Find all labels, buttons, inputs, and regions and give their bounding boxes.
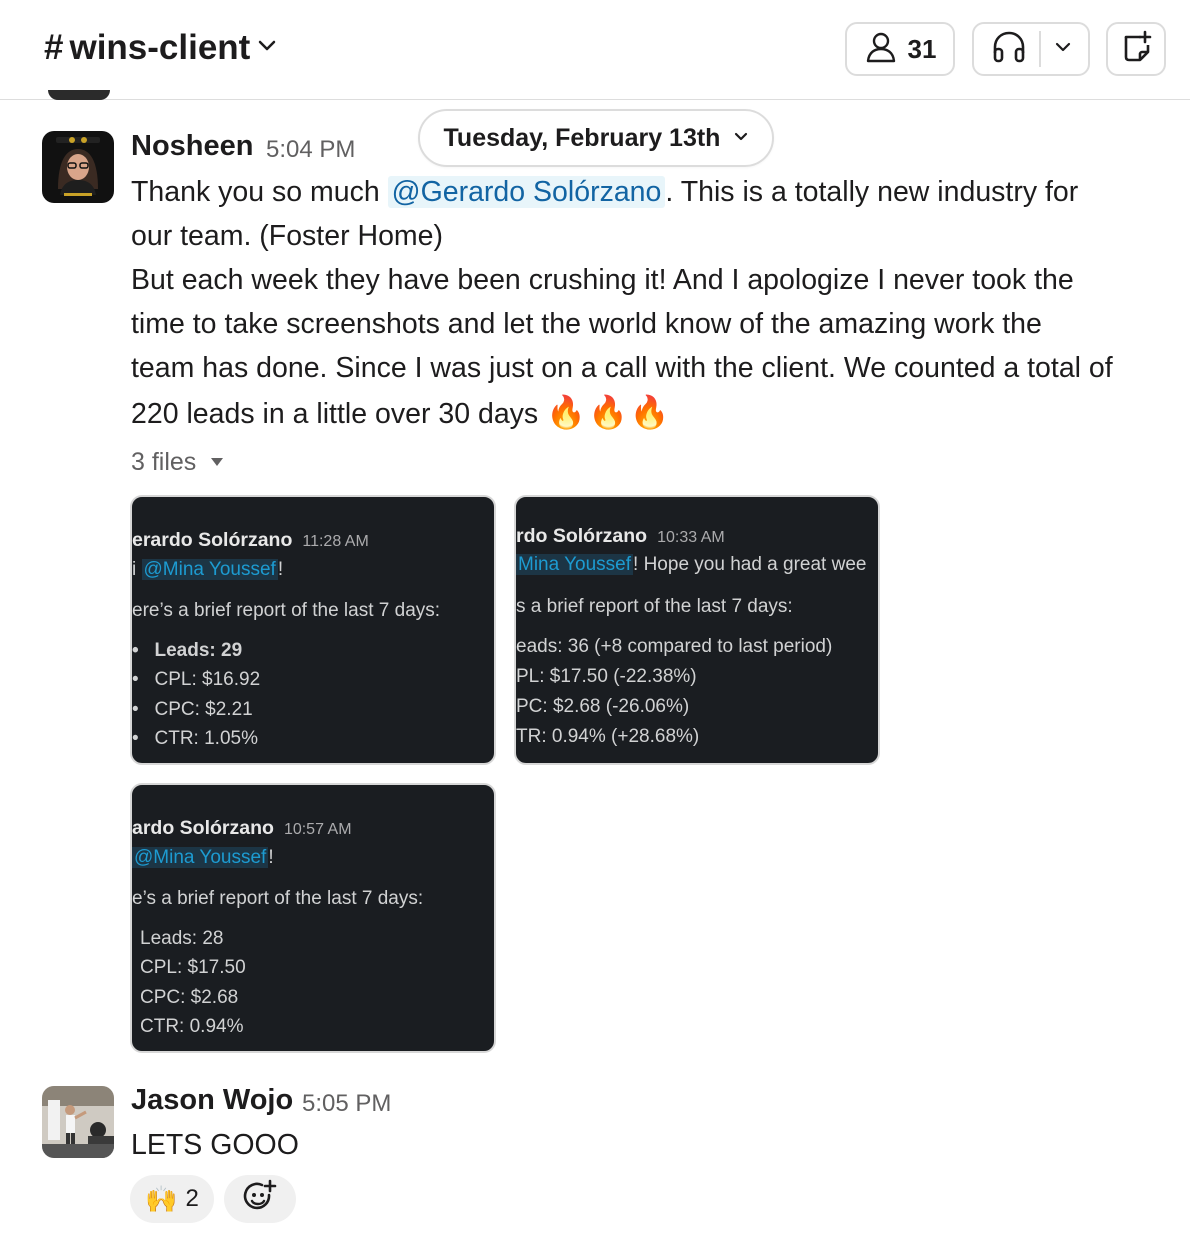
attachment-stat: CPC: $2.21 xyxy=(154,699,253,720)
member-count: 31 xyxy=(907,33,937,64)
add-reaction-icon xyxy=(242,1179,278,1220)
message-timestamp[interactable]: 5:05 PM xyxy=(302,1090,391,1118)
channel-name-button[interactable]: # wins-client xyxy=(44,28,276,68)
attachment-stat: CPL: $16.92 xyxy=(154,669,261,690)
files-toggle[interactable]: 3 files xyxy=(131,448,224,477)
chevron-down-icon xyxy=(734,129,748,147)
attachment-stat: PC: $2.68 (-26.06%) xyxy=(516,696,690,717)
user-mention[interactable]: @Gerardo Solórzano xyxy=(387,176,666,208)
image-attachment[interactable]: ardo Solórzano 10:57 AM @Mina Youssef! e’… xyxy=(130,783,496,1053)
chevron-down-icon[interactable] xyxy=(1055,40,1071,58)
attachment-author: ardo Solórzano xyxy=(132,817,274,839)
attachment-intro: ere’s a brief report of the last 7 days: xyxy=(132,600,441,621)
message-line: Thank you so much @Gerardo Solórzano. Th… xyxy=(131,176,1079,208)
channel-header: # wins-client 31 xyxy=(0,0,1190,100)
message-line: our team. (Foster Home) xyxy=(131,220,443,252)
attachment-stat: CPC: $2.68 xyxy=(140,987,239,1008)
message-text: Thank you so much @Gerardo Solórzano. Th… xyxy=(131,170,1113,436)
attachment-stat: TR: 0.94% (+28.68%) xyxy=(516,726,700,747)
avatar[interactable] xyxy=(42,131,114,203)
attachment-mention: @Mina Youssef xyxy=(141,559,278,580)
attachment-author: erardo Solórzano xyxy=(132,529,293,551)
channel-name: wins-client xyxy=(69,28,251,67)
person-icon xyxy=(864,30,898,69)
date-divider-label: Tuesday, February 13th xyxy=(443,123,721,152)
attachment-stat: eads: 36 (+8 compared to last period) xyxy=(516,636,833,657)
reaction-button[interactable]: 🙌 2 xyxy=(130,1175,214,1223)
canvas-button[interactable] xyxy=(1106,22,1166,76)
raised-hands-emoji: 🙌 xyxy=(145,1183,178,1214)
attachment-stat: PL: $17.50 (-22.38%) xyxy=(516,666,697,687)
attachment-mention: Mina Youssef xyxy=(516,554,634,575)
attachment-stat: CTR: 1.05% xyxy=(154,728,258,749)
attachment-timestamp: 10:57 AM xyxy=(283,821,352,838)
previous-message-avatar xyxy=(48,90,110,100)
message-line: But each week they have been crushing it… xyxy=(131,264,1074,296)
message-line: time to take screenshots and let the wor… xyxy=(131,308,1042,340)
message-line: team has done. Since I was just on a cal… xyxy=(131,352,1113,384)
reaction-count: 2 xyxy=(185,1185,199,1212)
huddle-divider xyxy=(1039,31,1041,67)
message-text: LETS GOOO xyxy=(131,1129,299,1161)
date-divider-button[interactable]: Tuesday, February 13th xyxy=(418,109,774,167)
attachment-author: rdo Solórzano xyxy=(516,525,648,547)
attachment-stat: CTR: 0.94% xyxy=(140,1016,244,1037)
avatar[interactable] xyxy=(42,1086,114,1158)
fire-emoji: 🔥🔥🔥 xyxy=(546,394,672,430)
attachment-intro: e’s a brief report of the last 7 days: xyxy=(132,888,424,909)
attachment-timestamp: 10:33 AM xyxy=(657,529,725,546)
huddle-button[interactable] xyxy=(972,22,1090,76)
message-line: 220 leads in a little over 30 days 🔥🔥🔥 xyxy=(131,394,672,430)
message-timestamp[interactable]: 5:04 PM xyxy=(266,136,355,164)
message-author[interactable]: Nosheen xyxy=(131,130,253,163)
add-reaction-button[interactable] xyxy=(224,1175,296,1223)
caret-down-icon xyxy=(210,454,224,471)
canvas-icon xyxy=(1118,29,1154,70)
attachment-mention: @Mina Youssef xyxy=(132,847,269,868)
attachment-stat: Leads: 28 xyxy=(140,928,224,949)
image-attachment[interactable]: erardo Solórzano 11:28 AM i @Mina Youssef… xyxy=(130,495,496,765)
attachment-stat: CPL: $17.50 xyxy=(140,957,246,978)
message-author[interactable]: Jason Wojo xyxy=(131,1084,293,1117)
channel-hash: # xyxy=(44,28,64,67)
attachment-timestamp: 11:28 AM xyxy=(302,533,369,550)
headphones-icon xyxy=(991,29,1027,70)
files-label: 3 files xyxy=(131,448,197,476)
chevron-down-icon xyxy=(258,35,276,58)
image-attachment[interactable]: rdo Solórzano 10:33 AM Mina Youssef! Hope… xyxy=(514,495,880,765)
attachment-intro: s a brief report of the last 7 days: xyxy=(516,596,793,617)
members-button[interactable]: 31 xyxy=(845,22,955,76)
attachment-stat: Leads: 29 xyxy=(154,640,243,661)
